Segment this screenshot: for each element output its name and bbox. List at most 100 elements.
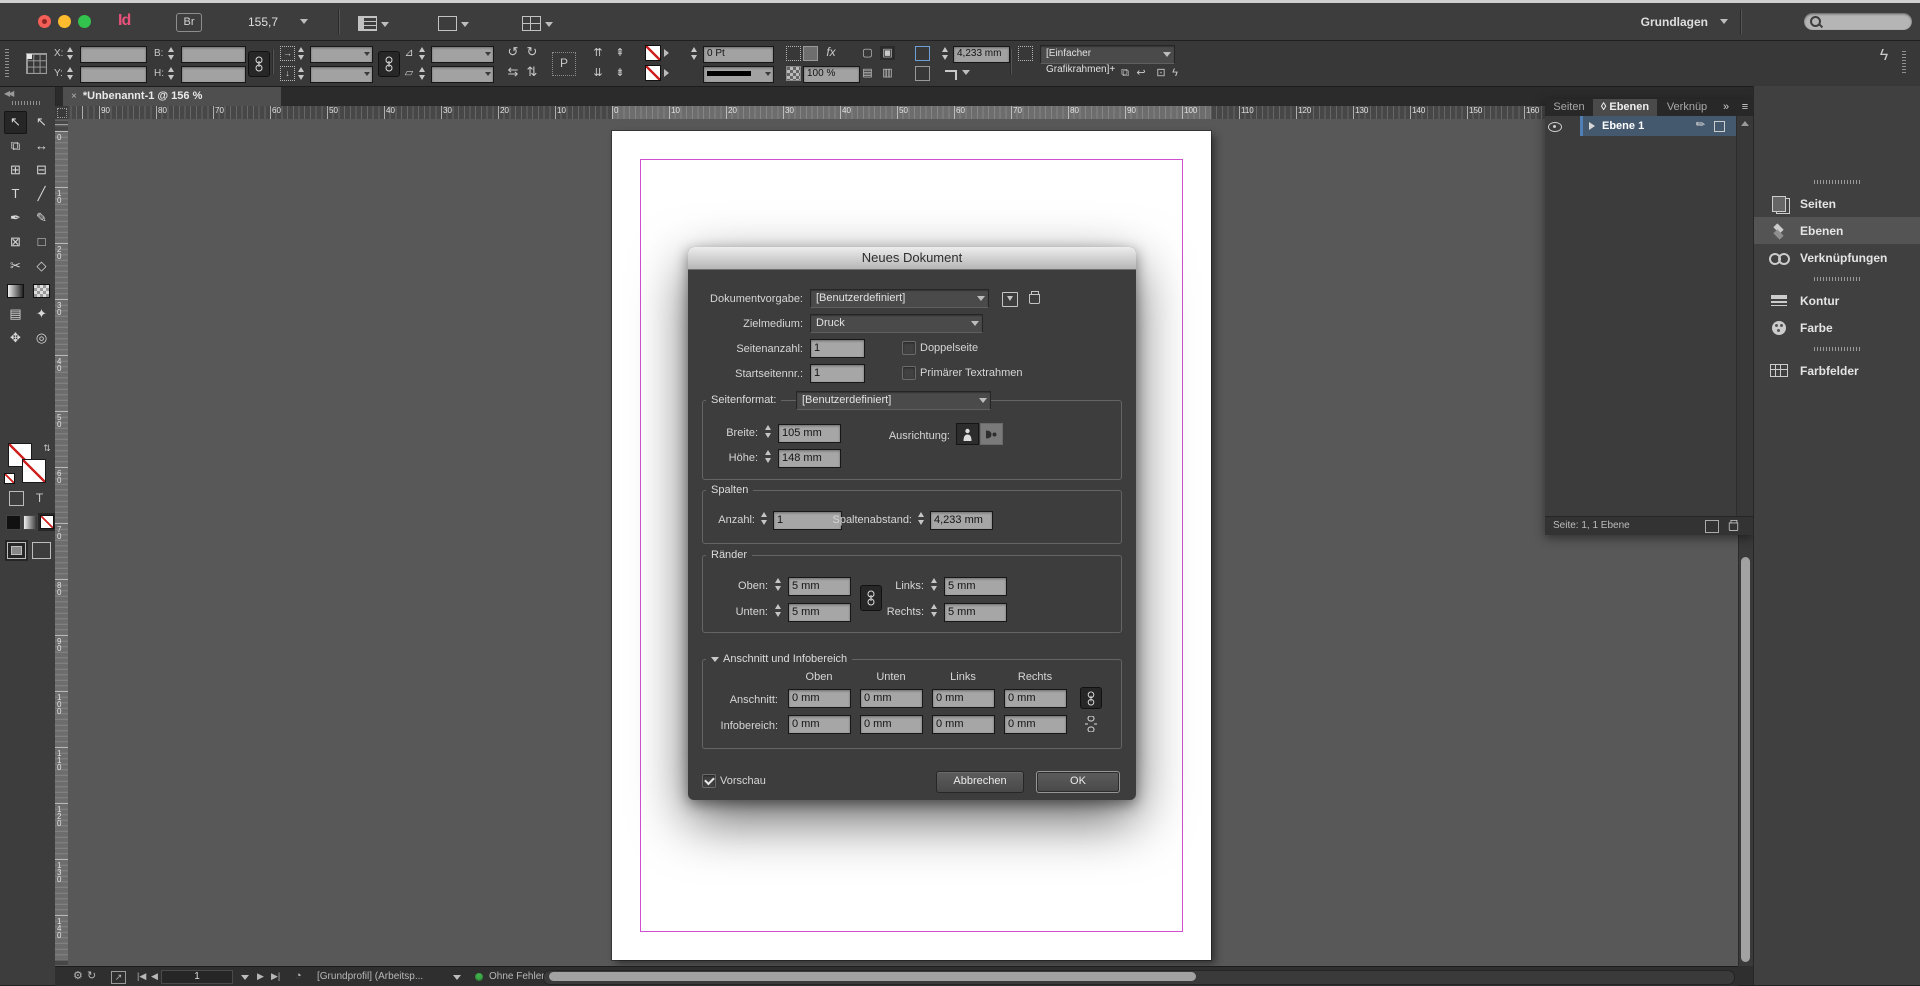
last-page-button[interactable]: ▶| [271,969,280,984]
dock-item-ebenen[interactable]: Ebenen [1754,217,1920,244]
zoom-window-button[interactable] [78,15,91,28]
gutter-field[interactable]: 4,233 mm [930,511,993,530]
normal-view-mode-button[interactable] [7,542,26,559]
orientation-portrait-button[interactable] [956,423,979,445]
object-style-dropdown[interactable]: [Einfacher Grafikrahmen]+ [1040,45,1175,75]
corner-options-icon[interactable] [786,46,801,61]
scale-y-field[interactable] [310,66,373,83]
screen-mode-button[interactable] [522,13,553,31]
select-container-button[interactable]: P [552,52,576,76]
orientation-landscape-button[interactable] [980,423,1003,445]
search-input[interactable] [1804,13,1912,30]
wrap-bounding-box-icon[interactable]: ▣ [880,46,895,60]
layer-row[interactable]: Ebene 1 ✎ [1580,116,1737,136]
width-stepper[interactable] [764,424,774,439]
scale-x-stepper[interactable] [297,46,307,61]
panel-scrollbar[interactable] [1736,116,1753,517]
close-window-button[interactable] [38,15,51,28]
gap-stepper[interactable] [941,46,951,61]
previous-page-button[interactable]: ◀ [151,969,158,984]
dock-item-farbe[interactable]: Farbe [1754,314,1920,341]
delete-preset-icon[interactable] [1029,291,1040,304]
frame-fitting-icon[interactable] [915,46,930,61]
bleed-field-links[interactable]: 0 mm [932,689,995,708]
select-previous-object-icon[interactable]: ⇈ [590,46,606,60]
share-icon[interactable]: ↗ [111,971,126,984]
columns-stepper[interactable] [760,511,770,526]
y-field[interactable] [80,66,147,83]
dock-item-verknüpfungen[interactable]: Verknüpfungen [1754,244,1920,271]
dock-item-farbfelder[interactable]: Farbfelder [1754,357,1920,384]
frame-edges-button[interactable] [438,13,469,31]
rotation-field[interactable] [431,46,494,63]
stroke-weight-field[interactable]: 0 Pt [703,46,774,63]
link-bleed-icon[interactable] [1080,687,1102,709]
workspace-switcher[interactable]: Grundlagen [1641,15,1708,29]
rotate-ccw-icon[interactable]: ↺ [505,45,521,59]
gap-tool[interactable]: ↔ [30,135,53,158]
drop-shadow-icon[interactable] [803,46,818,61]
page-number-field[interactable]: 1 [161,970,233,984]
layer-target-square[interactable] [1714,121,1725,132]
intent-dropdown[interactable]: Druck [810,314,983,333]
preflight-gear-icon[interactable]: ⚙ [73,969,83,984]
gutter-stepper[interactable] [917,511,927,526]
stroke-menu-arrow-icon[interactable] [664,69,669,77]
margin-top-stepper[interactable] [774,577,784,592]
ok-button[interactable]: OK [1036,771,1120,793]
layer-name[interactable]: Ebene 1 [1602,116,1644,136]
margin-left-field[interactable]: 5 mm [944,577,1007,596]
constrain-proportions-link-icon[interactable] [248,51,270,77]
reference-point-proxy[interactable] [26,53,47,74]
new-layer-icon[interactable] [1705,520,1719,533]
clear-overrides-icon[interactable]: ⧉ [1118,66,1132,80]
corner-shape-icon[interactable] [945,70,957,80]
layer-lock-cell[interactable] [1565,116,1581,136]
effects-button[interactable]: fx [822,45,840,59]
content-placer-tool[interactable]: ⊟ [30,159,53,182]
pen-tool[interactable]: ✒ [4,207,27,230]
first-page-button[interactable]: |◀ [137,969,146,984]
object-style-icon[interactable] [1018,46,1033,61]
vertical-scrollbar-thumb[interactable] [1741,557,1750,962]
expand-layer-icon[interactable] [1589,122,1595,130]
fill-menu-arrow-icon[interactable] [664,49,669,57]
selection-tool[interactable]: ↖ [4,111,27,134]
margin-left-stepper[interactable] [930,577,940,592]
vertical-ruler[interactable]: 0 1 0 2 0 3 0 4 0 5 0 6 0 7 0 8 0 9 0 1 0 0 1 1 0 1 … [55,119,68,966]
next-page-button[interactable]: ▶ [257,969,264,984]
quick-apply-small-icon[interactable]: ϟ [1170,66,1180,80]
gap-field[interactable]: 4,233 mm [953,46,1010,63]
control-panel-menu-grip[interactable] [1902,51,1906,75]
view-options-button[interactable] [358,13,389,31]
width-field[interactable] [181,46,246,63]
wrap-none-icon[interactable]: ▢ [860,46,875,60]
rotate-cw-icon[interactable]: ↻ [524,45,540,59]
send-forward-icon[interactable]: ⇟ [612,66,628,80]
tab-verknuepfungen[interactable]: Verknüp [1659,99,1715,116]
scroll-up-icon[interactable] [1741,121,1749,126]
swap-fill-stroke-icon[interactable]: ⇅ [42,441,52,455]
panel-grip[interactable] [5,49,9,79]
page-list-chevron-icon[interactable] [241,975,249,980]
pencil-tool[interactable]: ✎ [30,207,53,230]
save-preset-icon[interactable] [1002,292,1018,307]
slug-field-unten[interactable]: 0 mm [860,715,923,734]
tools-grip[interactable] [12,101,42,105]
direct-selection-tool[interactable]: ↖ [30,111,53,134]
margin-right-field[interactable]: 5 mm [944,603,1007,622]
style-frame-icon[interactable]: ⊡ [1154,66,1168,80]
preset-dropdown[interactable]: [Benutzerdefiniert] [810,289,989,308]
wrap-next-column-icon[interactable]: ▥ [880,66,895,80]
stroke-color-none-swatch[interactable] [22,459,46,483]
note-tool[interactable]: ▤ [4,303,27,326]
scale-y-stepper[interactable] [297,66,307,81]
formatting-affects-container-icon[interactable] [9,491,24,506]
zoom-level-value[interactable]: 155,7 [248,15,278,29]
flip-vertical-icon[interactable]: ⇅ [524,65,540,79]
margin-top-field[interactable]: 5 mm [788,577,851,596]
delete-layer-icon[interactable] [1728,519,1739,532]
tab-ebenen[interactable]: ◊ Ebenen [1593,99,1657,116]
layer-visibility-cell[interactable] [1545,116,1566,136]
stroke-style-field[interactable] [703,66,774,83]
